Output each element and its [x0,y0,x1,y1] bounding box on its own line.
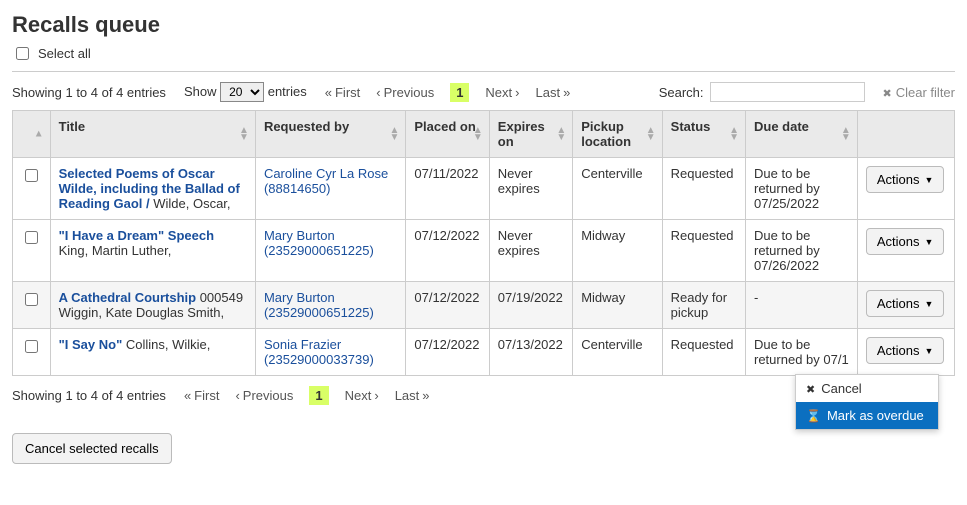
expires-on: 07/13/2022 [489,329,572,376]
patron-link[interactable]: Caroline Cyr La Rose (88814650) [264,166,388,196]
close-icon [806,381,815,396]
col-placed-on[interactable]: Placed on▲▼ [406,111,489,158]
table-row: "I Say No" Collins, Wilkie, Sonia Frazie… [13,329,955,376]
toolbar: Showing 1 to 4 of 4 entries Show 20 entr… [12,82,955,102]
placed-on: 07/12/2022 [406,220,489,282]
pickup: Centerville [573,158,662,220]
title-tail: Collins, Wilkie, [126,337,211,352]
title-tail: King, Martin Luther, [59,243,172,258]
cancel-selected-button[interactable]: Cancel selected recalls [12,433,172,464]
actions-dropdown: Cancel Mark as overdue [795,374,939,430]
status: Requested [662,158,745,220]
pager-bottom: « First ‹ Previous 1 Next › Last » [184,386,430,405]
actions-button[interactable]: Actions▼ [866,228,945,255]
placed-on: 07/11/2022 [406,158,489,220]
last-page[interactable]: Last » [536,85,571,100]
pickup: Midway [573,220,662,282]
col-due-date[interactable]: Due date▲▼ [746,111,858,158]
actions-button[interactable]: Actions▼ [866,166,945,193]
caret-down-icon: ▼ [924,175,933,185]
caret-down-icon: ▼ [924,299,933,309]
pickup: Centerville [573,329,662,376]
expires-on: Never expires [489,158,572,220]
title-link[interactable]: A Cathedral Courtship [59,290,200,305]
title-tail: Wilde, Oscar, [153,196,230,211]
current-page[interactable]: 1 [309,386,328,405]
pickup: Midway [573,282,662,329]
patron-link[interactable]: Sonia Frazier (23529000033739) [264,337,374,367]
table-row: A Cathedral Courtship 000549 Wiggin, Kat… [13,282,955,329]
page-size-select[interactable]: 20 [220,82,264,102]
clear-filter[interactable]: Clear filter [883,85,955,100]
placed-on: 07/12/2022 [406,282,489,329]
pager-top: « First ‹ Previous 1 Next › Last » [325,83,571,102]
due-date: Due to be returned by 07/25/2022 [746,158,858,220]
status: Requested [662,220,745,282]
col-select[interactable]: ▲ [13,111,51,158]
divider [12,71,955,72]
row-checkbox[interactable] [25,169,38,182]
row-checkbox[interactable] [25,293,38,306]
table-row: "I Have a Dream" Speech King, Martin Lut… [13,220,955,282]
select-all-checkbox[interactable] [16,47,29,60]
col-title[interactable]: Title▲▼ [50,111,255,158]
caret-down-icon: ▼ [924,346,933,356]
due-date: - [746,282,858,329]
col-actions [857,111,954,158]
patron-link[interactable]: Mary Burton (23529000651225) [264,290,374,320]
hourglass-icon [806,408,821,423]
prev-page[interactable]: ‹ Previous [376,85,434,100]
entries-word: entries [268,84,307,99]
select-all-label: Select all [38,46,91,61]
next-page[interactable]: Next › [485,85,519,100]
title-link[interactable]: "I Say No" [59,337,126,352]
actions-button[interactable]: Actions▼ [866,337,945,364]
first-page[interactable]: « First [184,388,220,403]
search-input[interactable] [710,82,865,102]
actions-button[interactable]: Actions▼ [866,290,945,317]
caret-down-icon: ▼ [924,237,933,247]
search-label: Search: [659,85,704,100]
close-icon [883,85,892,100]
col-requested-by[interactable]: Requested by▲▼ [255,111,405,158]
col-pickup[interactable]: Pickup location▲▼ [573,111,662,158]
placed-on: 07/12/2022 [406,329,489,376]
table-row: Selected Poems of Oscar Wilde, including… [13,158,955,220]
patron-link[interactable]: Mary Burton (23529000651225) [264,228,374,258]
status: Requested [662,329,745,376]
dropdown-cancel[interactable]: Cancel [796,375,938,402]
current-page[interactable]: 1 [450,83,469,102]
row-checkbox[interactable] [25,340,38,353]
prev-page[interactable]: ‹ Previous [235,388,293,403]
row-checkbox[interactable] [25,231,38,244]
dropdown-mark-overdue[interactable]: Mark as overdue [796,402,938,429]
col-expires-on[interactable]: Expires on▲▼ [489,111,572,158]
page-title: Recalls queue [12,12,955,38]
title-link[interactable]: "I Have a Dream" Speech [59,228,214,243]
expires-on: Never expires [489,220,572,282]
first-page[interactable]: « First [325,85,361,100]
entries-info: Showing 1 to 4 of 4 entries [12,85,166,100]
due-date: Due to be returned by 07/1 [746,329,858,376]
show-label: Show [184,84,217,99]
last-page[interactable]: Last » [395,388,430,403]
expires-on: 07/19/2022 [489,282,572,329]
due-date: Due to be returned by 07/26/2022 [746,220,858,282]
status: Ready for pickup [662,282,745,329]
entries-info-bottom: Showing 1 to 4 of 4 entries [12,388,166,403]
recalls-table: ▲ Title▲▼ Requested by▲▼ Placed on▲▼ Exp… [12,110,955,376]
col-status[interactable]: Status▲▼ [662,111,745,158]
next-page[interactable]: Next › [345,388,379,403]
